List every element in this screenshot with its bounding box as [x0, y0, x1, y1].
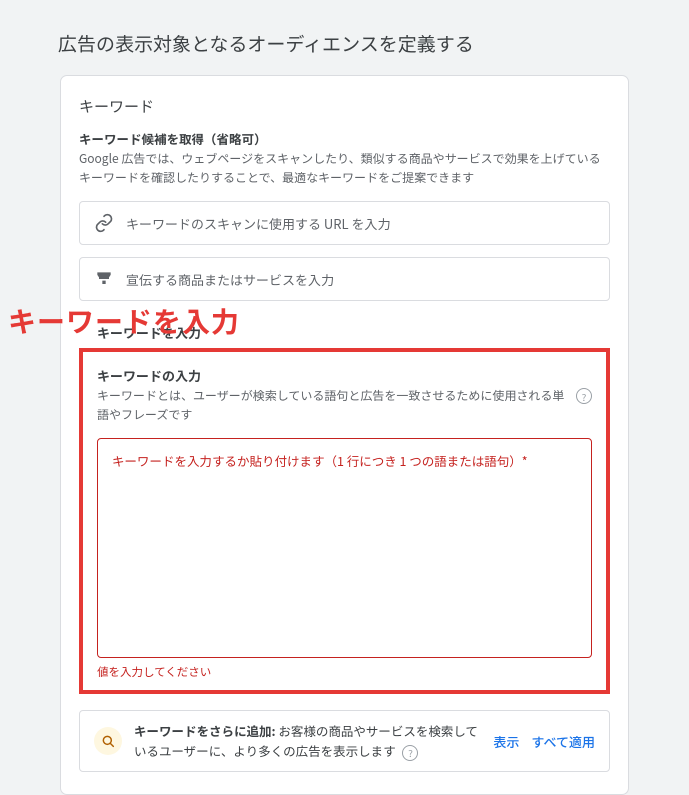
product-service-input[interactable]: 宣伝する商品またはサービスを入力	[79, 257, 610, 301]
url-scan-placeholder: キーワードのスキャンに使用する URL を入力	[126, 214, 391, 233]
magnifier-icon	[94, 727, 122, 755]
keywords-heading: キーワード	[79, 96, 610, 117]
show-button[interactable]: 表示	[493, 732, 519, 751]
help-icon[interactable]: ?	[402, 745, 418, 761]
keyword-textarea-placeholder: キーワードを入力するか貼り付けます（1 行につき 1 つの語または語句）*	[112, 451, 528, 470]
keyword-suggestion-subheading: キーワード候補を取得（省略可）	[79, 129, 610, 148]
product-service-placeholder: 宣伝する商品またはサービスを入力	[126, 270, 334, 289]
add-more-keywords-bold: キーワードをさらに追加:	[134, 721, 276, 740]
url-scan-input[interactable]: キーワードのスキャンに使用する URL を入力	[79, 201, 610, 245]
keyword-input-description: キーワードとは、ユーザーが検索している語句と広告を一致させるために使用される単語…	[97, 387, 568, 424]
add-more-keywords-text: キーワードをさらに追加: お客様の商品やサービスを検索しているユーザーに、より多…	[134, 721, 481, 760]
keyword-textarea[interactable]: キーワードを入力するか貼り付けます（1 行につき 1 つの語または語句）*	[97, 438, 592, 658]
link-icon	[94, 213, 114, 233]
page-title: 広告の表示対象となるオーディエンスを定義する	[0, 0, 689, 75]
add-more-keywords-box: キーワードをさらに追加: お客様の商品やサービスを検索しているユーザーに、より多…	[79, 710, 610, 771]
audience-card: キーワード キーワード候補を取得（省略可） Google 広告では、ウェブページ…	[60, 75, 629, 795]
keyword-input-heading: キーワードの入力	[97, 366, 592, 385]
red-annotation-label: キーワードを入力	[8, 301, 240, 341]
help-icon[interactable]: ?	[576, 388, 592, 404]
keyword-error-message: 値を入力してください	[97, 664, 592, 680]
storefront-icon	[94, 269, 114, 289]
keyword-suggestion-description: Google 広告では、ウェブページをスキャンしたり、類似する商品やサービスで効…	[79, 150, 610, 187]
keyword-input-highlight-box: キーワードの入力 キーワードとは、ユーザーが検索している語句と広告を一致させるた…	[79, 348, 610, 694]
apply-all-button[interactable]: すべて適用	[531, 732, 595, 751]
